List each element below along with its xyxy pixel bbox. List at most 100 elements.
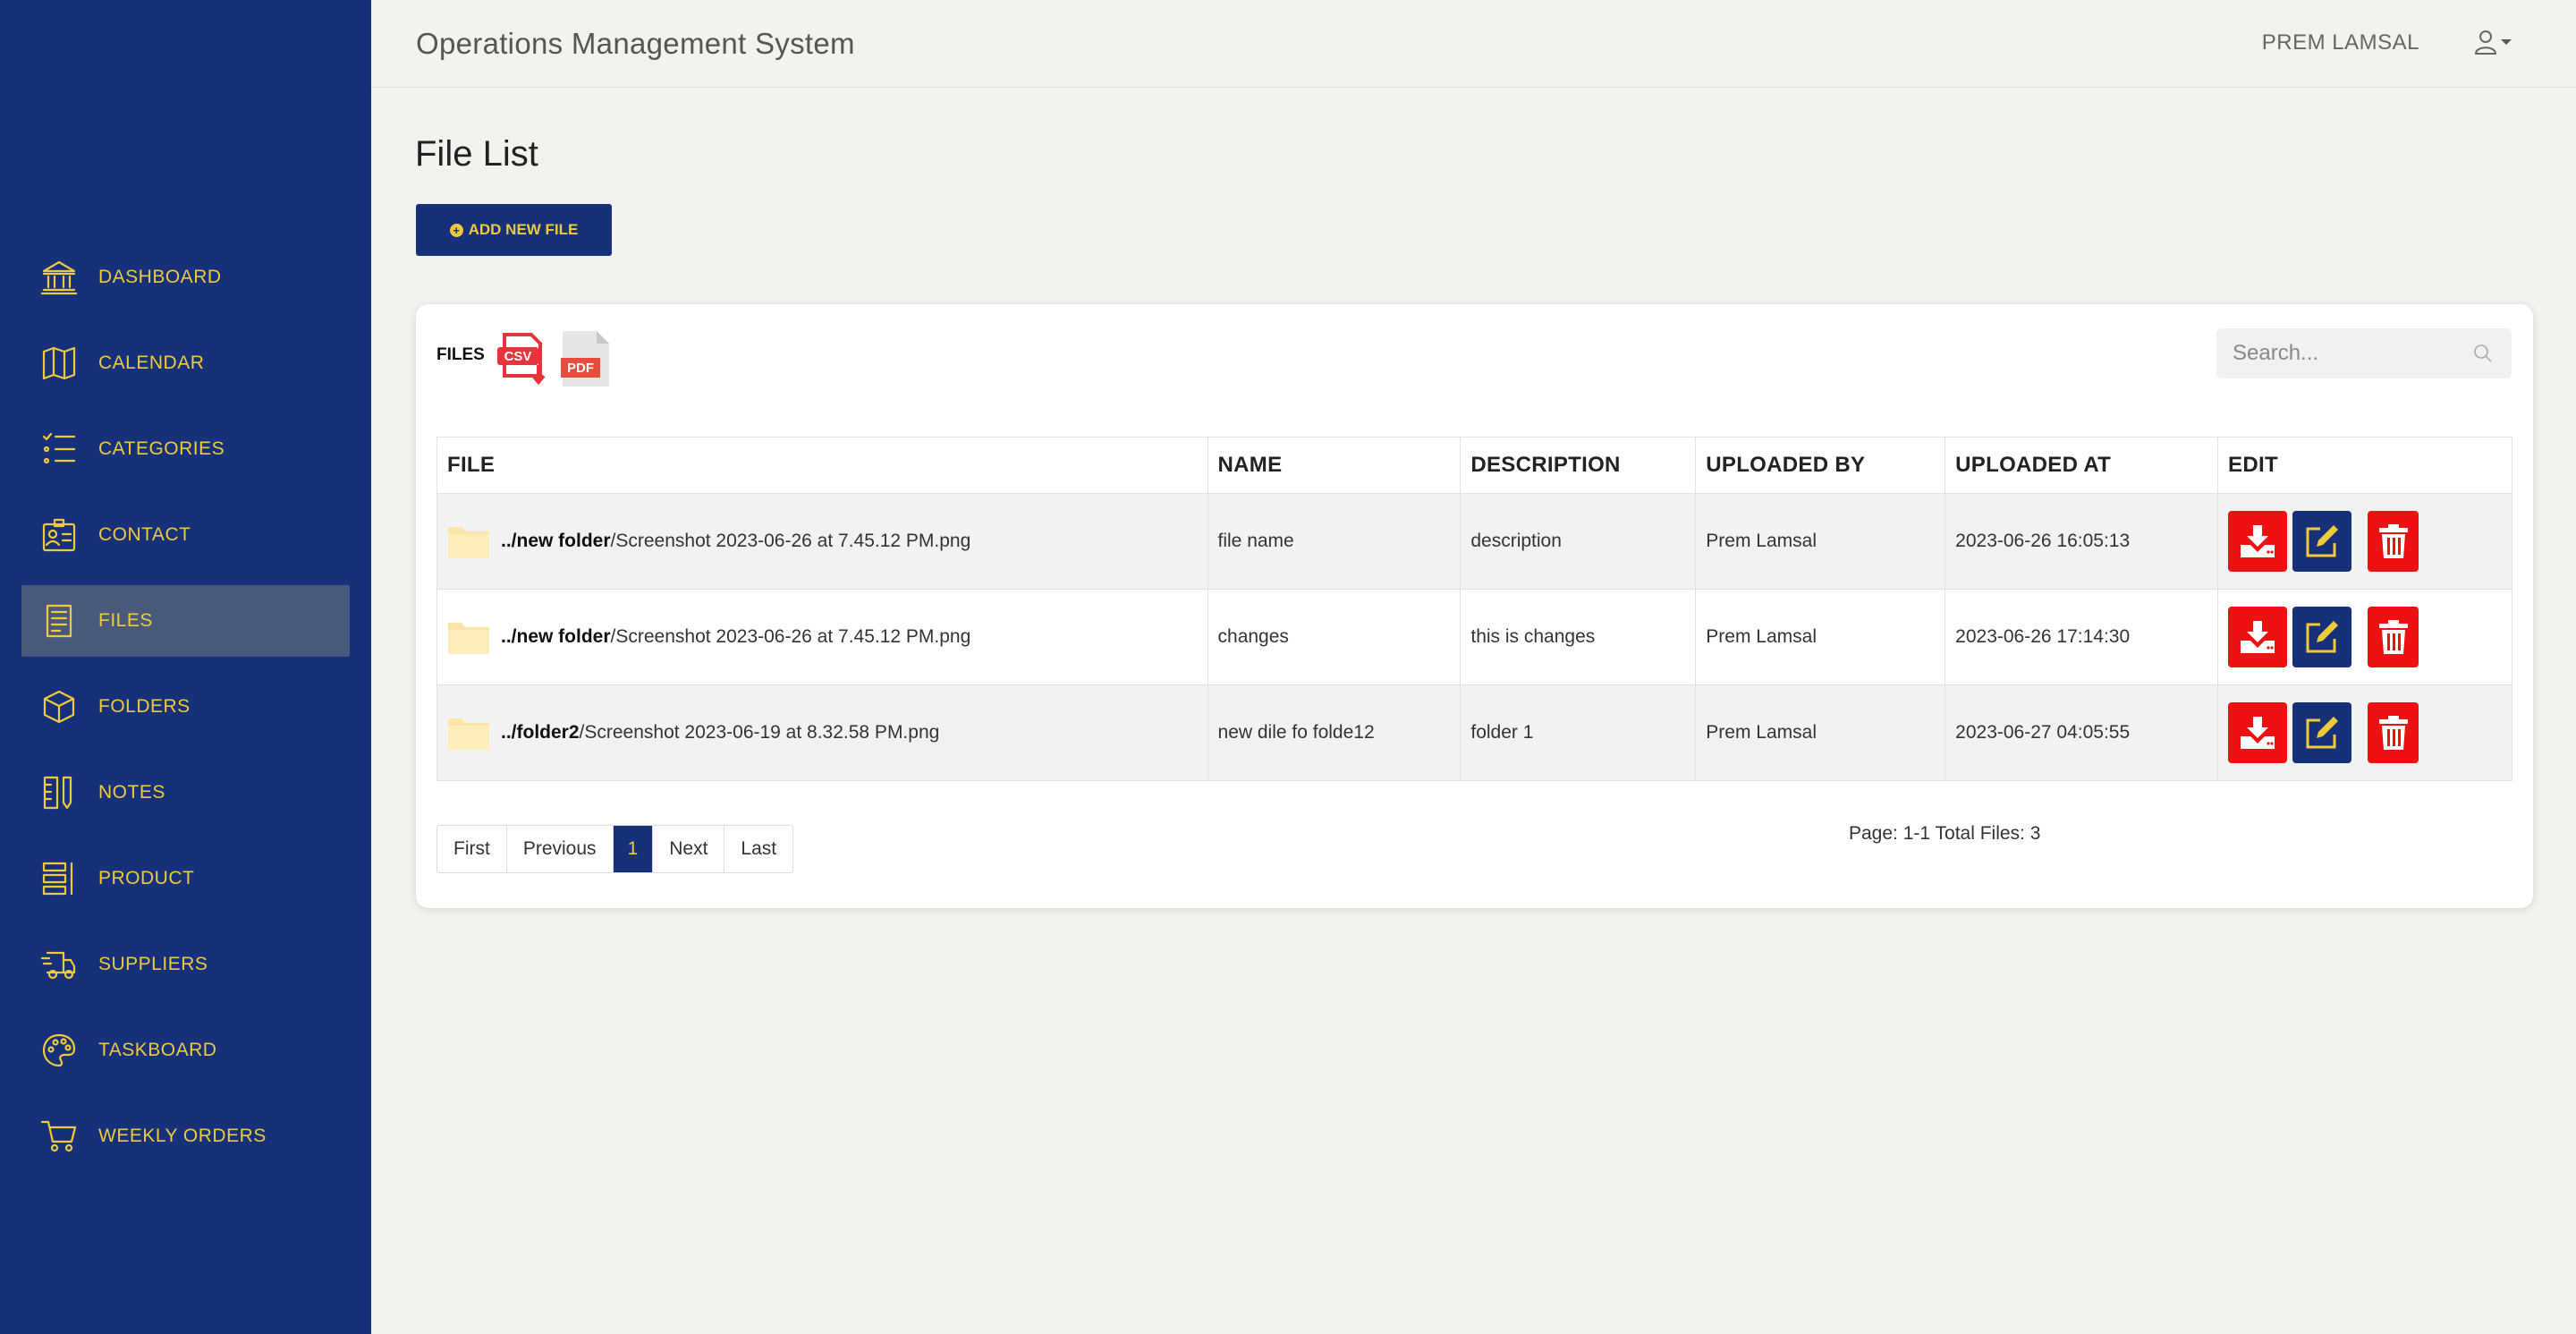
column-header-file[interactable]: FILE [436,437,1208,494]
pagination-first[interactable]: First [437,826,507,872]
delete-button[interactable] [2368,607,2419,667]
add-new-file-label: ADD NEW FILE [468,221,579,238]
files-label: FILES [436,345,485,364]
list-icon [39,429,79,469]
cell-uploaded-at: 2023-06-27 04:05:55 [1945,684,2219,781]
box-icon [39,687,79,726]
cell-uploaded-by: Prem Lamsal [1695,493,1946,590]
pagination-next[interactable]: Next [653,826,725,872]
sidebar-item-label: CONTACT [98,524,191,545]
sidebar-item-calendar[interactable]: CALENDAR [21,327,350,399]
column-header-name[interactable]: NAME [1207,437,1462,494]
file-name-path: /Screenshot 2023-06-26 at 7.45.12 PM.png [610,531,971,551]
folder-icon [448,623,489,654]
map-icon [39,344,79,383]
sidebar-item-label: WEEKLY ORDERS [98,1126,267,1146]
sidebar-item-weekly-orders[interactable]: WEEKLY ORDERS [21,1100,350,1172]
file-cell[interactable]: ../new folder/Screenshot 2023-06-26 at 7… [447,619,1208,655]
edit-button[interactable] [2292,511,2352,572]
sidebar-item-suppliers[interactable]: SUPPLIERS [21,929,350,1000]
download-icon [2241,525,2275,557]
cell-description: this is changes [1460,589,1697,685]
edit-button[interactable] [2292,607,2352,667]
plus-circle-icon: + [449,223,463,237]
csv-export-icon[interactable]: CSV [496,329,553,387]
column-header-edit: EDIT [2217,437,2512,494]
csv-label: CSV [504,349,532,364]
search-icon[interactable] [2472,343,2494,364]
row-actions [2228,607,2512,667]
pdf-export-icon[interactable]: PDF [559,329,611,388]
cell-uploaded-at: 2023-06-26 17:14:30 [1945,589,2219,685]
bank-icon [39,258,79,297]
edit-icon [2306,717,2339,749]
pagination-previous[interactable]: Previous [507,826,614,872]
edit-icon [2306,525,2339,557]
cell-uploaded-by: Prem Lamsal [1695,589,1946,685]
user-icon [2474,30,2497,55]
sidebar-item-product[interactable]: PRODUCT [21,843,350,914]
user-name: PREM LAMSAL [2261,30,2419,55]
file-folder-path: ../new folder [501,531,611,551]
column-header-uploaded-by[interactable]: UPLOADED BY [1695,437,1946,494]
table-header-row: FILE NAME DESCRIPTION UPLOADED BY UPLOAD… [436,437,2512,494]
sidebar-item-notes[interactable]: NOTES [21,757,350,828]
sidebar: DASHBOARD CALENDAR CATEGORIES CONTACT FI… [0,0,371,1334]
download-icon [2241,717,2275,749]
sidebar-nav: DASHBOARD CALENDAR CATEGORIES CONTACT FI… [21,242,350,1186]
sidebar-item-taskboard[interactable]: TASKBOARD [21,1015,350,1086]
file-name-path: /Screenshot 2023-06-19 at 8.32.58 PM.png [579,722,940,743]
sidebar-item-categories[interactable]: CATEGORIES [21,413,350,485]
file-folder-path: ../new folder [501,626,611,647]
truck-icon [39,945,79,984]
search-input[interactable] [2216,341,2458,366]
page-info: Page: 1-1 Total Files: 3 [1849,823,2041,844]
pagination-current-page[interactable]: 1 [613,826,654,872]
sidebar-item-label: PRODUCT [98,868,195,888]
cell-uploaded-by: Prem Lamsal [1695,684,1946,781]
download-button[interactable] [2228,702,2288,763]
pdf-label: PDF [567,361,594,376]
column-header-uploaded-at[interactable]: UPLOADED AT [1945,437,2219,494]
top-header: Operations Management System PREM LAMSAL [371,0,2576,88]
table-row: ../new folder/Screenshot 2023-06-26 at 7… [436,493,2512,590]
table-row: ../new folder/Screenshot 2023-06-26 at 7… [436,589,2512,685]
sidebar-item-dashboard[interactable]: DASHBOARD [21,242,350,313]
row-actions [2228,702,2512,763]
download-button[interactable] [2228,511,2288,572]
notes-icon [39,773,79,812]
edit-icon [2306,621,2339,653]
file-list-card: FILES CSV PDF FILE NAME DESCRIPTION UPLO… [416,304,2533,908]
app-title: Operations Management System [416,27,855,60]
sidebar-item-label: DASHBOARD [98,267,222,287]
add-new-file-button[interactable]: + ADD NEW FILE [416,204,612,256]
search-box [2216,328,2512,378]
trash-icon [2378,620,2408,654]
download-button[interactable] [2228,607,2288,667]
chevron-down-icon [2501,39,2512,45]
sidebar-item-label: SUPPLIERS [98,954,208,974]
file-cell[interactable]: ../folder2/Screenshot 2023-06-19 at 8.32… [447,715,1208,751]
trash-icon [2378,524,2408,558]
product-icon [39,859,79,898]
cart-icon [39,1117,79,1156]
cell-name: file name [1207,493,1462,590]
sidebar-item-label: NOTES [98,782,165,803]
folder-icon [448,718,489,750]
file-folder-path: ../folder2 [501,722,580,743]
folder-icon [448,527,489,558]
cell-description: folder 1 [1460,684,1697,781]
delete-button[interactable] [2368,511,2419,572]
page-title: File List [415,134,538,174]
user-menu-toggle[interactable] [2474,29,2512,55]
sidebar-item-contact[interactable]: CONTACT [21,499,350,571]
sidebar-item-files[interactable]: FILES [21,585,350,657]
sidebar-item-label: FOLDERS [98,696,191,717]
delete-button[interactable] [2368,702,2419,763]
edit-button[interactable] [2292,702,2352,763]
file-cell[interactable]: ../new folder/Screenshot 2023-06-26 at 7… [447,523,1208,559]
file-name-path: /Screenshot 2023-06-26 at 7.45.12 PM.png [610,626,971,647]
pagination-last[interactable]: Last [724,826,792,872]
column-header-description[interactable]: DESCRIPTION [1460,437,1697,494]
sidebar-item-folders[interactable]: FOLDERS [21,671,350,743]
